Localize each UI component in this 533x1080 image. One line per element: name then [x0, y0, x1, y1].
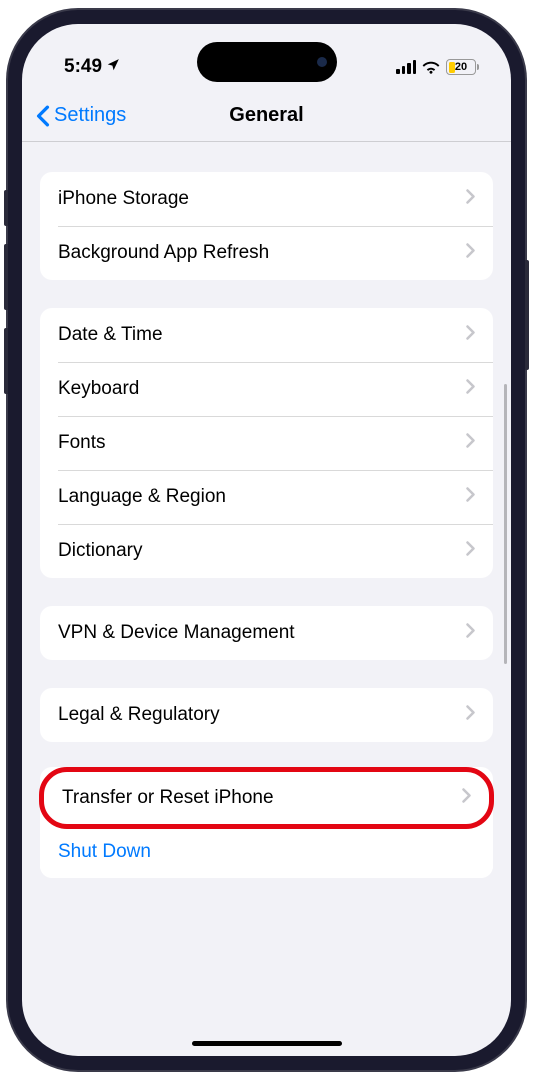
row-label: Legal & Regulatory — [58, 704, 220, 726]
chevron-right-icon — [466, 541, 475, 561]
action-label: Shut Down — [58, 841, 151, 862]
chevron-right-icon — [466, 623, 475, 643]
battery-icon: 20 — [446, 59, 479, 75]
row-label: Date & Time — [58, 324, 163, 346]
row-background-refresh[interactable]: Background App Refresh — [40, 226, 493, 280]
status-right: 20 — [396, 59, 479, 75]
chevron-right-icon — [466, 189, 475, 209]
settings-group-reset: Transfer or Reset iPhone Shut Down — [40, 767, 493, 878]
wifi-icon — [422, 60, 440, 74]
chevron-right-icon — [466, 379, 475, 399]
row-label: Dictionary — [58, 540, 142, 562]
status-time: 5:49 — [64, 56, 102, 78]
chevron-right-icon — [466, 243, 475, 263]
home-indicator[interactable] — [192, 1041, 342, 1046]
chevron-right-icon — [466, 705, 475, 725]
row-vpn-device[interactable]: VPN & Device Management — [40, 606, 493, 660]
page-title: General — [229, 104, 303, 127]
row-iphone-storage[interactable]: iPhone Storage — [40, 172, 493, 226]
chevron-left-icon — [36, 105, 50, 127]
row-keyboard[interactable]: Keyboard — [40, 362, 493, 416]
settings-group-storage: iPhone Storage Background App Refresh — [40, 172, 493, 280]
row-legal[interactable]: Legal & Regulatory — [40, 688, 493, 742]
chevron-right-icon — [466, 487, 475, 507]
settings-group-system: Date & Time Keyboard Fonts Language & Re… — [40, 308, 493, 578]
row-language-region[interactable]: Language & Region — [40, 470, 493, 524]
row-label: Transfer or Reset iPhone — [62, 787, 274, 809]
battery-percent: 20 — [455, 61, 467, 73]
chevron-right-icon — [466, 433, 475, 453]
row-label: iPhone Storage — [58, 188, 189, 210]
dynamic-island — [197, 42, 337, 82]
side-buttons-left — [4, 190, 8, 412]
side-button-right — [525, 260, 529, 370]
location-icon — [106, 58, 120, 77]
row-transfer-reset[interactable]: Transfer or Reset iPhone — [39, 767, 494, 829]
row-label: Language & Region — [58, 486, 226, 508]
row-shut-down[interactable]: Shut Down — [40, 826, 493, 878]
phone-screen: 5:49 20 — [22, 24, 511, 1056]
phone-frame: 5:49 20 — [8, 10, 525, 1070]
row-label: VPN & Device Management — [58, 622, 295, 644]
back-button[interactable]: Settings — [36, 104, 126, 127]
chevron-right-icon — [466, 325, 475, 345]
cellular-signal-icon — [396, 60, 416, 74]
row-dictionary[interactable]: Dictionary — [40, 524, 493, 578]
status-left: 5:49 — [64, 56, 120, 78]
row-label: Fonts — [58, 432, 106, 454]
row-date-time[interactable]: Date & Time — [40, 308, 493, 362]
row-label: Background App Refresh — [58, 242, 269, 264]
settings-group-vpn: VPN & Device Management — [40, 606, 493, 660]
row-fonts[interactable]: Fonts — [40, 416, 493, 470]
row-label: Keyboard — [58, 378, 139, 400]
scroll-indicator[interactable] — [504, 384, 507, 664]
back-label: Settings — [54, 104, 126, 127]
settings-content: iPhone Storage Background App Refresh Da… — [22, 142, 511, 918]
chevron-right-icon — [462, 788, 471, 808]
settings-group-legal: Legal & Regulatory — [40, 688, 493, 742]
nav-header: Settings General — [22, 94, 511, 142]
